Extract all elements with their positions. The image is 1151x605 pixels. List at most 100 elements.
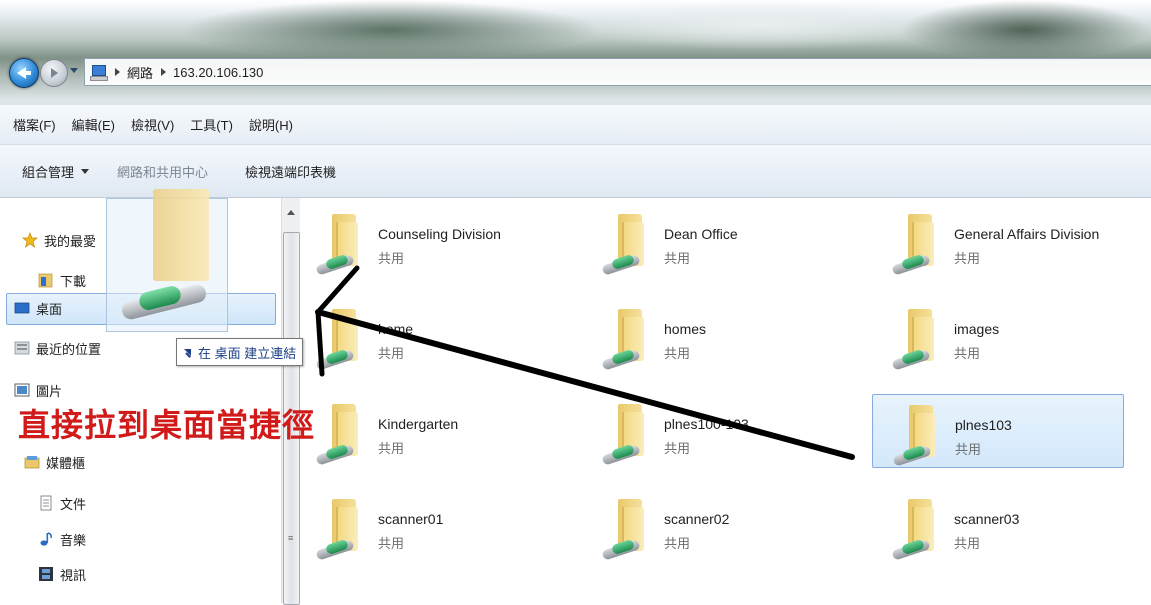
dragged-folder-ghost (106, 189, 228, 332)
folder-share-type: 共用 (954, 251, 981, 266)
menu-tools[interactable]: 工具(T) (190, 115, 233, 134)
recent-places-icon (14, 341, 30, 355)
folder-name: Counseling Division (378, 226, 501, 242)
documents-icon (40, 495, 52, 511)
menu-bar: 檔案(F) 編輯(E) 檢視(V) 工具(T) 說明(H) (0, 105, 1151, 145)
organize-label: 組合管理 (22, 164, 75, 180)
back-arrow-icon[interactable] (9, 58, 39, 88)
forward-arrow-icon[interactable] (40, 59, 68, 87)
folder-name: scanner03 (954, 511, 1020, 527)
shared-folder-item[interactable]: plnes103 共用 (872, 394, 1124, 468)
shared-folder-icon (891, 499, 938, 563)
shared-folder-item[interactable]: scanner03 共用 (872, 489, 1122, 561)
folder-name: homes (664, 321, 707, 337)
shared-folder-item[interactable]: scanner01 共用 (296, 489, 546, 561)
shared-folder-item[interactable]: plnes100-103 共用 (582, 394, 832, 466)
scroll-grip-icon: ≡ (288, 533, 294, 543)
nav-item-documents[interactable]: 文件 (38, 491, 86, 515)
breadcrumb-host[interactable]: 163.20.106.130 (173, 65, 263, 80)
shared-folder-icon (891, 309, 938, 373)
nav-item-libraries[interactable]: 媒體櫃 (24, 450, 85, 474)
shortcut-arrow-icon (183, 347, 193, 357)
folder-share-type: 共用 (664, 536, 691, 551)
menu-view[interactable]: 檢視(V) (131, 115, 174, 134)
pictures-icon (14, 383, 30, 397)
drag-link-tooltip: 在 桌面 建立連結 (176, 338, 304, 366)
scroll-up-arrow-icon[interactable] (287, 210, 295, 215)
menu-help[interactable]: 說明(H) (249, 115, 293, 134)
folder-name: Dean Office (664, 226, 738, 242)
nav-item-label: 我的最愛 (44, 233, 97, 249)
nav-item-pictures[interactable]: 圖片 (14, 378, 62, 402)
shared-folder-icon (891, 214, 938, 278)
address-bar[interactable]: 網路 163.20.106.130 (84, 58, 1151, 86)
breadcrumb-separator-icon[interactable] (161, 68, 167, 76)
breadcrumb-network[interactable]: 網路 (127, 63, 153, 82)
folder-name: scanner02 (664, 511, 730, 527)
nav-item-downloads[interactable]: 下載 (38, 268, 86, 292)
downloads-folder-icon (38, 273, 53, 288)
nav-item-label: 文件 (60, 496, 87, 512)
nav-item-music[interactable]: 音樂 (38, 527, 86, 551)
shared-folder-item[interactable]: Counseling Division 共用 (296, 204, 546, 276)
nav-item-videos[interactable]: 視訊 (38, 562, 86, 586)
shared-folder-icon (315, 214, 362, 278)
nav-item-label: 桌面 (36, 301, 63, 317)
chevron-down-icon (81, 168, 90, 174)
network-sharing-center-label: 網路和共用中心 (117, 164, 209, 180)
aero-glass-blur (900, 0, 1151, 60)
folder-share-type: 共用 (378, 441, 405, 456)
folder-share-type: 共用 (664, 251, 691, 266)
shared-folder-item[interactable]: scanner02 共用 (582, 489, 832, 561)
nav-item-label: 音樂 (60, 532, 87, 548)
annotation-text: 直接拉到桌面當捷徑 (18, 406, 316, 444)
nav-item-label: 圖片 (36, 383, 63, 399)
folder-share-type: 共用 (664, 441, 691, 456)
shared-folder-icon (315, 499, 362, 563)
network-icon (89, 64, 108, 81)
view-remote-printers-label: 檢視遠端印表機 (245, 164, 337, 180)
star-icon (22, 232, 38, 248)
folder-name: scanner01 (378, 511, 444, 527)
shared-folder-icon (892, 405, 939, 469)
window-title-area: 網路 163.20.106.130 (0, 0, 1151, 105)
shared-folder-icon (601, 309, 648, 373)
folder-name: images (954, 321, 1000, 337)
menu-edit[interactable]: 編輯(E) (72, 115, 115, 134)
recent-pages-dropdown-icon[interactable] (70, 68, 78, 73)
shared-folder-icon (601, 499, 648, 563)
aero-glass-blur (180, 0, 600, 60)
nav-item-recent-places[interactable]: 最近的位置 (14, 336, 101, 360)
shared-folder-item[interactable]: home 共用 (296, 299, 546, 371)
folder-share-type: 共用 (378, 536, 405, 551)
shared-folder-icon (601, 404, 648, 468)
nav-item-label: 最近的位置 (36, 341, 102, 357)
breadcrumb-separator-icon[interactable] (115, 68, 120, 76)
shared-folder-icon (315, 309, 362, 373)
shared-folder-item[interactable]: General Affairs Division 共用 (872, 204, 1122, 276)
drag-tooltip-text: 在 桌面 建立連結 (198, 345, 297, 361)
folder-share-type: 共用 (955, 442, 982, 457)
desktop-icon (14, 302, 30, 314)
shared-folder-item[interactable]: Kindergarten 共用 (296, 394, 546, 466)
folder-name: home (378, 321, 414, 337)
shared-folder-item[interactable]: images 共用 (872, 299, 1122, 371)
nav-item-label: 媒體櫃 (46, 455, 86, 471)
nav-item-favorites[interactable]: 我的最愛 (22, 228, 96, 252)
music-note-icon (40, 532, 52, 546)
network-sharing-center-button[interactable]: 網路和共用中心 (117, 162, 208, 181)
shared-folder-item[interactable]: homes 共用 (582, 299, 832, 371)
folder-name: Kindergarten (378, 416, 459, 432)
shared-folder-item[interactable]: Dean Office 共用 (582, 204, 832, 276)
video-film-icon (39, 567, 53, 581)
folder-share-type: 共用 (954, 346, 981, 361)
folder-icon (153, 189, 209, 281)
view-remote-printers-button[interactable]: 檢視遠端印表機 (245, 162, 336, 181)
folder-share-type: 共用 (378, 251, 405, 266)
menu-file[interactable]: 檔案(F) (13, 115, 56, 134)
libraries-icon (24, 456, 40, 469)
organize-button[interactable]: 組合管理 (22, 162, 90, 181)
folder-name: General Affairs Division (954, 226, 1100, 242)
folder-share-type: 共用 (664, 346, 691, 361)
nav-item-desktop[interactable]: 桌面 (14, 296, 62, 320)
